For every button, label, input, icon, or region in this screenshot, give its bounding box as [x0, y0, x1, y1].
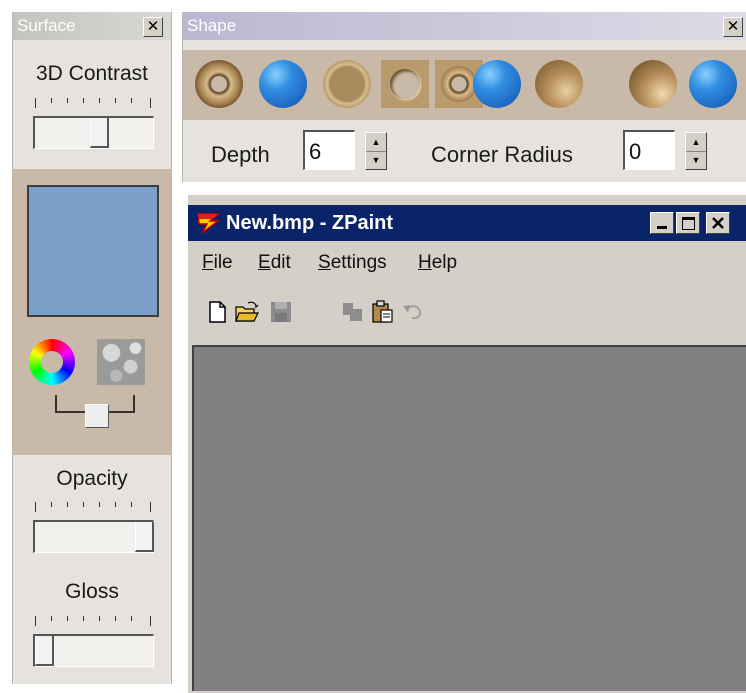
corner-radius-label: Corner Radius — [431, 142, 573, 167]
open-folder-icon[interactable] — [234, 299, 260, 325]
shape-blue-ball[interactable] — [689, 60, 737, 108]
gloss-slider-thumb[interactable] — [35, 636, 54, 666]
opacity-slider-thumb[interactable] — [135, 522, 154, 552]
paste-icon[interactable] — [370, 299, 396, 325]
shape-panel: Shape ✕ Depth 6 ▲ ▼ Corner Radius 0 ▲ ▼ — [182, 12, 746, 182]
menu-help[interactable]: Help — [418, 252, 457, 274]
shape-donut-ring[interactable] — [195, 60, 243, 108]
spin-down-icon[interactable]: ▼ — [686, 151, 706, 169]
gloss-slider[interactable] — [33, 634, 154, 667]
zpaint-titlebar[interactable]: New.bmp - ZPaint — [188, 205, 746, 241]
drawing-canvas[interactable] — [192, 345, 746, 691]
spin-up-icon[interactable]: ▲ — [366, 133, 386, 152]
maximize-icon — [682, 217, 695, 230]
color-wheel-icon[interactable] — [29, 339, 75, 385]
corner-radius-spinner[interactable]: ▲ ▼ — [685, 132, 707, 170]
close-button[interactable] — [706, 212, 730, 234]
close-icon: ✕ — [146, 17, 160, 35]
shape-square-frame[interactable] — [381, 60, 429, 108]
maximize-button[interactable] — [676, 212, 700, 234]
shape-blue-ball[interactable] — [259, 60, 307, 108]
depth-label: Depth — [211, 142, 270, 167]
contrast-slider-thumb[interactable] — [90, 118, 109, 148]
shape-palette — [183, 50, 746, 120]
menu-bar: File Edit Settings Help — [188, 245, 746, 279]
new-file-icon[interactable] — [204, 299, 230, 325]
opacity-slider[interactable] — [33, 520, 154, 553]
depth-spinner[interactable]: ▲ ▼ — [365, 132, 387, 170]
surface-close-button[interactable]: ✕ — [143, 17, 163, 37]
menu-file[interactable]: File — [202, 252, 233, 274]
close-icon — [712, 217, 724, 229]
contrast-label: 3D Contrast — [35, 62, 149, 85]
copy-icon[interactable] — [340, 299, 366, 325]
color-texture-slider-thumb[interactable] — [85, 404, 109, 428]
minimize-button[interactable] — [650, 212, 674, 234]
gloss-ticks — [35, 616, 151, 626]
shape-panel-titlebar[interactable]: Shape — [183, 12, 746, 40]
texture-icon[interactable] — [97, 339, 145, 385]
shape-bronze-ball[interactable] — [535, 60, 583, 108]
save-icon[interactable] — [268, 299, 294, 325]
gloss-label: Gloss — [65, 580, 119, 603]
shape-close-button[interactable]: ✕ — [723, 17, 743, 37]
zpaint-logo-icon — [197, 213, 220, 234]
shape-sphere[interactable] — [629, 60, 677, 108]
menu-settings[interactable]: Settings — [318, 252, 387, 274]
minimize-icon — [657, 226, 667, 229]
corner-radius-input[interactable]: 0 — [623, 130, 675, 170]
shape-panel-title: Shape — [187, 16, 237, 35]
undo-icon[interactable] — [400, 299, 426, 325]
contrast-slider[interactable] — [33, 116, 154, 149]
shape-blue-ball[interactable] — [473, 60, 521, 108]
contrast-ticks — [35, 98, 151, 108]
close-icon: ✕ — [726, 17, 740, 35]
shape-cup-disc[interactable] — [323, 60, 371, 108]
opacity-label: Opacity — [56, 467, 128, 490]
depth-input[interactable]: 6 — [303, 130, 355, 170]
spin-up-icon[interactable]: ▲ — [686, 133, 706, 152]
surface-color-section — [13, 169, 171, 455]
spin-down-icon[interactable]: ▼ — [366, 151, 386, 169]
zpaint-title: New.bmp - ZPaint — [226, 212, 394, 234]
toolbar — [188, 295, 746, 331]
surface-panel-title: Surface — [17, 16, 76, 35]
surface-panel: Surface ✕ 3D Contrast Opacity Gloss — [12, 12, 172, 684]
color-swatch[interactable] — [27, 185, 159, 317]
zpaint-window: New.bmp - ZPaint File Edit Settings Help — [188, 195, 746, 693]
menu-edit[interactable]: Edit — [258, 252, 291, 274]
opacity-ticks — [35, 502, 151, 512]
